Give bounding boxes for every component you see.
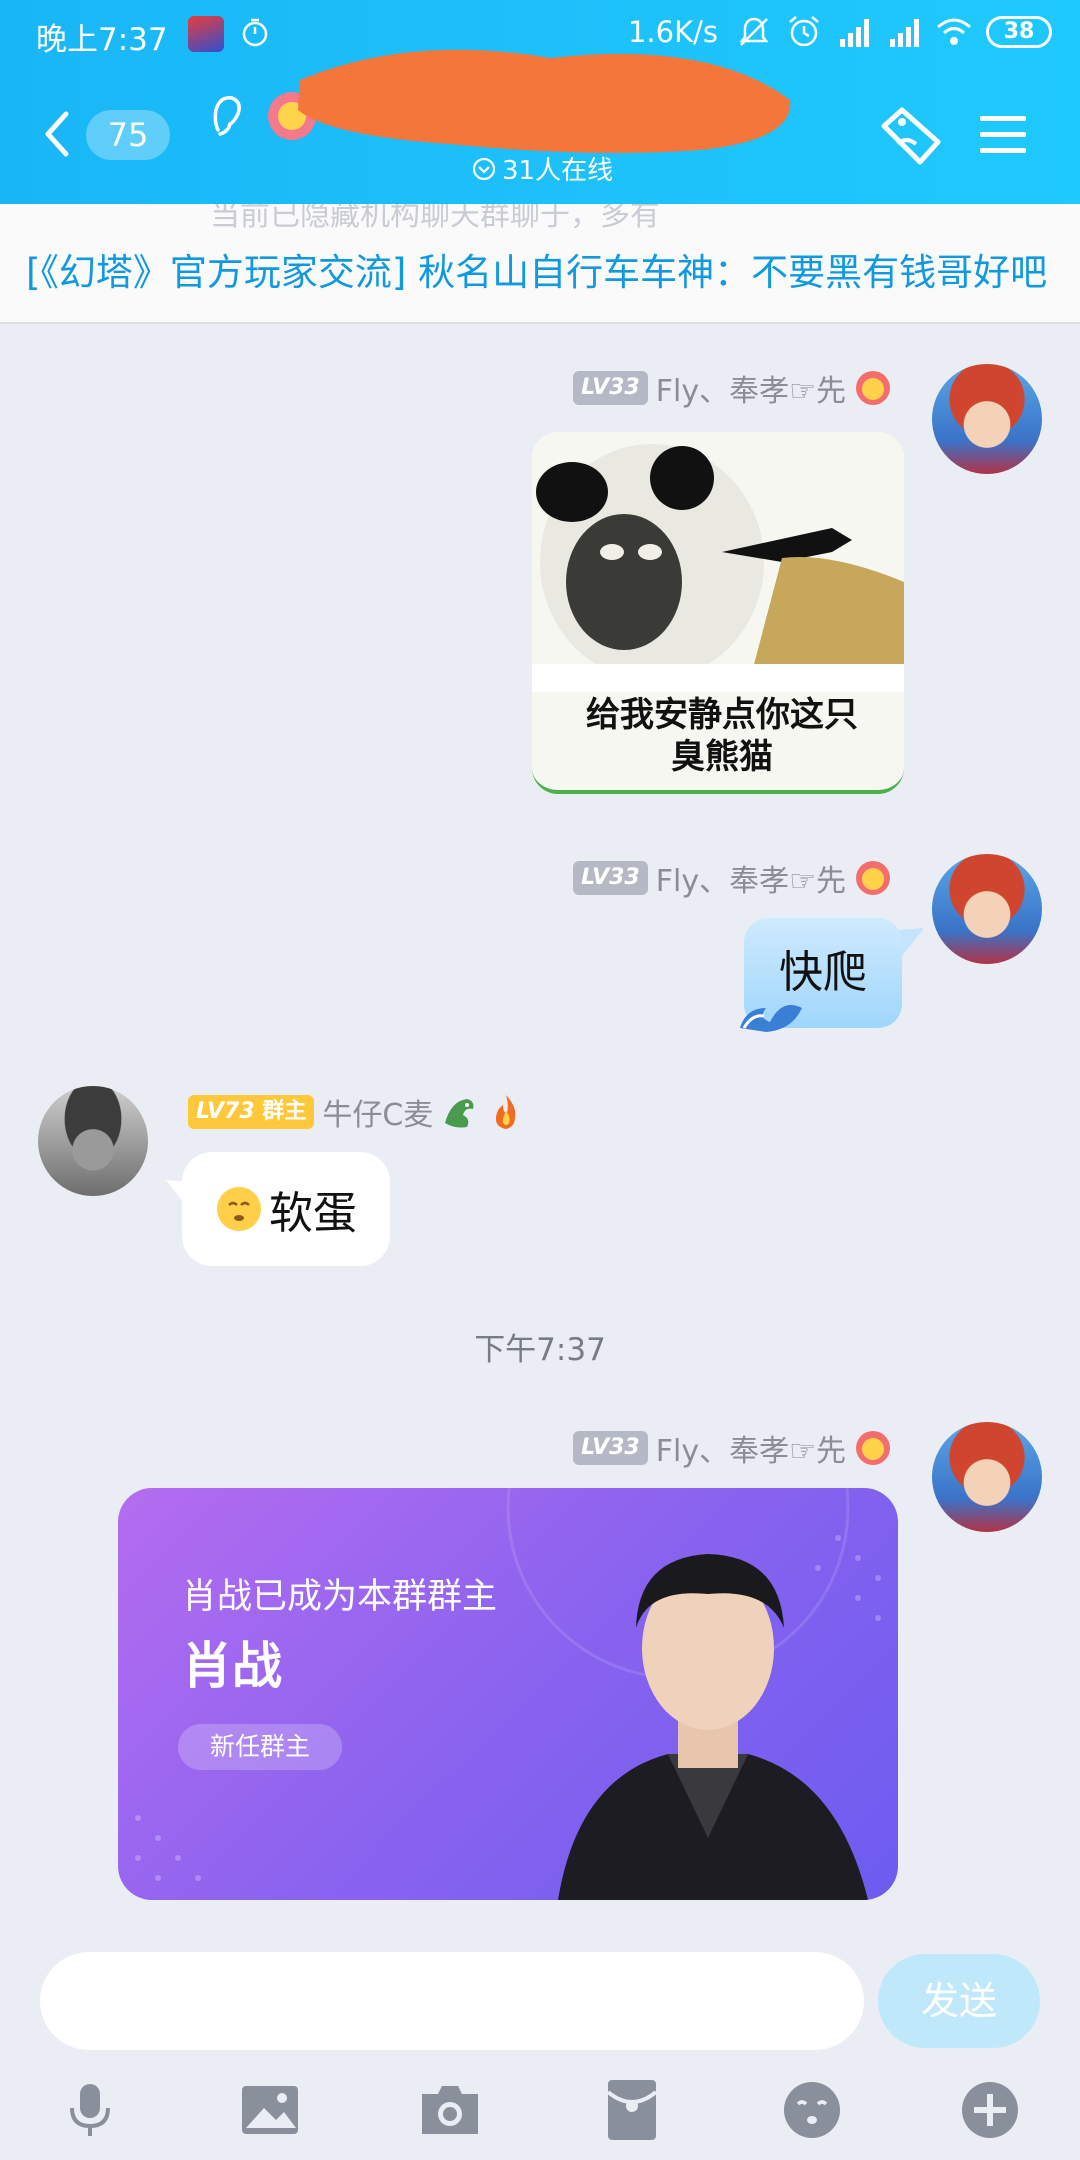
chat-header: 晚上7:37 1.6K/s 38 75 31人在线	[0, 0, 1080, 204]
card-title: 肖战	[182, 1637, 282, 1695]
banner-text: [《幻塔》官方玩家交流] 秋名山自行车车神：不要黑有钱哥好吧	[26, 251, 1048, 294]
red-packet-icon[interactable]	[600, 2078, 664, 2142]
panda-gun-meme-image	[532, 432, 904, 692]
banner-ghost-text: 当前已隐藏机构聊天群聊于，多有	[210, 204, 660, 233]
group-tag-icon[interactable]	[876, 106, 944, 166]
flower-emoji-icon	[856, 371, 890, 405]
camera-icon[interactable]	[418, 2078, 482, 2142]
flower-emoji-icon	[856, 1431, 890, 1465]
message-input[interactable]	[40, 1952, 864, 2050]
app-notification-icon	[188, 16, 224, 52]
chat-bubble[interactable]: 软蛋	[182, 1152, 390, 1266]
sender-name[interactable]: Fly、奉孝☞先	[656, 366, 846, 410]
online-chevron-icon	[472, 157, 496, 180]
level-badge: LV33	[573, 1431, 648, 1465]
sender-row: LV33 Fly、奉孝☞先	[573, 366, 892, 410]
role-text: 群主	[262, 1099, 307, 1124]
announcement-banner[interactable]: 当前已隐藏机构聊天群聊于，多有 [《幻塔》官方玩家交流] 秋名山自行车车神：不要…	[0, 204, 1080, 324]
redaction-scribble	[298, 49, 791, 153]
ear-icon[interactable]	[206, 92, 246, 140]
wifi-icon	[937, 18, 971, 45]
back-icon[interactable]	[40, 108, 74, 160]
image-icon[interactable]	[238, 2078, 302, 2142]
new-owner-card[interactable]: 肖战已成为本群群主 肖战 新任群主	[118, 1488, 898, 1900]
online-count: 31人在线	[502, 156, 614, 186]
flower-emoji-icon	[856, 861, 890, 895]
sender-name[interactable]: Fly、奉孝☞先	[656, 856, 846, 900]
send-button[interactable]: 发送	[878, 1954, 1040, 2048]
sender-row: LV73 群主 牛仔C麦	[188, 1090, 525, 1134]
online-status[interactable]: 31人在线	[472, 150, 613, 187]
status-time: 晚上7:37	[36, 22, 168, 58]
signal-hd-2-icon	[890, 19, 919, 47]
timestamp: 下午7:37	[474, 1332, 606, 1368]
sender-row: LV33 Fly、奉孝☞先	[573, 1426, 892, 1470]
avatar[interactable]	[932, 364, 1042, 474]
battery-indicator: 38	[986, 16, 1052, 48]
message-text: 软蛋	[269, 1188, 357, 1239]
emoji-icon[interactable]	[780, 2078, 844, 2142]
avatar[interactable]	[38, 1086, 148, 1196]
sender-row: LV33 Fly、奉孝☞先	[573, 856, 892, 900]
person-photo	[558, 1554, 868, 1900]
owner-level-badge: LV73 群主	[188, 1095, 315, 1129]
sender-name[interactable]: 牛仔C麦	[322, 1090, 433, 1134]
microphone-icon[interactable]	[58, 2078, 122, 2142]
fire-icon	[496, 1095, 516, 1129]
dragon-icon	[445, 1099, 474, 1128]
sad-emoji-icon	[217, 1187, 261, 1231]
avatar[interactable]	[932, 1422, 1042, 1532]
sticker-message[interactable]: 给我安静点你这只臭熊猫	[532, 432, 904, 794]
stopwatch-icon	[242, 18, 268, 47]
unread-count-badge[interactable]: 75	[86, 110, 170, 160]
signal-hd-icon	[840, 19, 869, 47]
sticker-caption: 给我安静点你这只臭熊猫	[586, 695, 858, 777]
card-subtitle: 肖战已成为本群群主	[182, 1577, 498, 1617]
avatar[interactable]	[932, 854, 1042, 964]
level-text: LV73	[196, 1099, 255, 1124]
menu-icon[interactable]	[978, 110, 1028, 158]
wave-decoration-icon	[740, 1005, 802, 1032]
level-badge: LV33	[573, 861, 648, 895]
input-toolbar	[0, 2070, 1080, 2160]
sender-name[interactable]: Fly、奉孝☞先	[656, 1426, 846, 1470]
card-pill: 新任群主	[178, 1724, 343, 1770]
level-badge: LV33	[573, 371, 648, 405]
plus-icon[interactable]	[958, 2078, 1022, 2142]
